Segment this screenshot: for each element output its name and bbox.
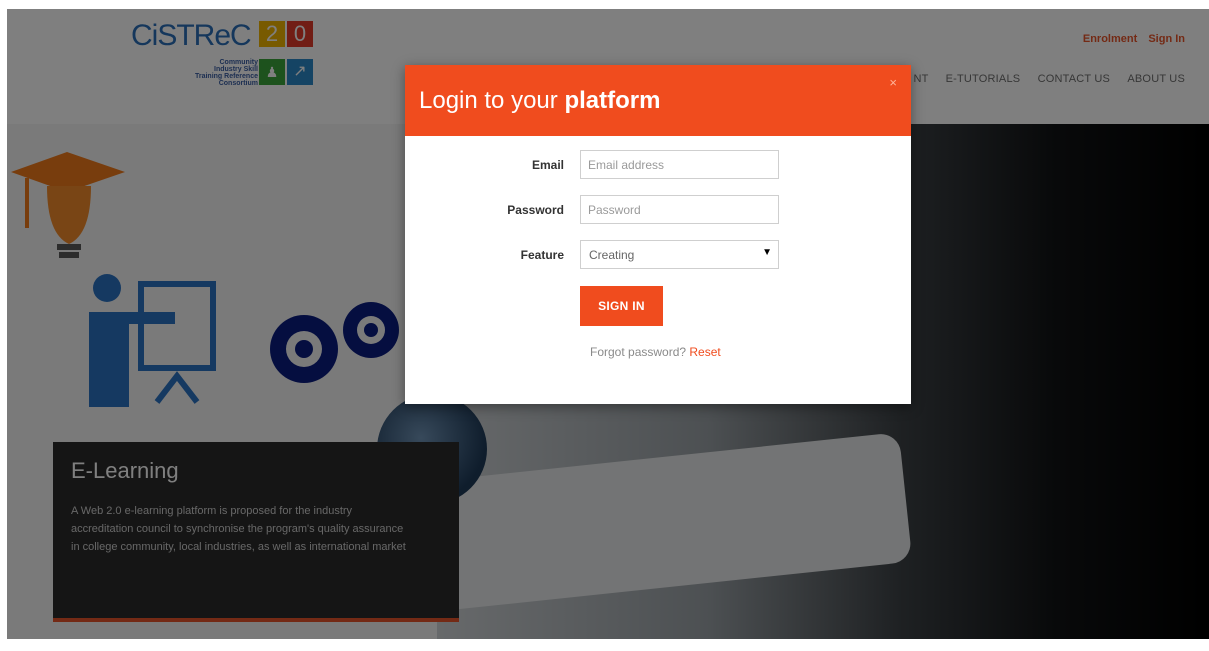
sign-in-button[interactable]: SIGN IN [580,286,663,326]
feature-label: Feature [520,248,564,262]
email-row: Email [405,150,911,180]
feature-row: Feature Creating ▼ [405,240,911,270]
feature-select-value: Creating [589,248,635,262]
forgot-password-text: Forgot password? [590,345,687,359]
password-row: Password [405,195,911,225]
email-field[interactable] [580,150,779,179]
dropdown-caret-icon: ▼ [762,247,772,258]
modal-header: Login to your platform × [405,65,911,136]
login-modal: Login to your platform × Email Password … [405,65,911,404]
email-label: Email [531,158,564,172]
feature-select[interactable]: Creating ▼ [580,240,779,269]
close-icon[interactable]: × [889,75,897,90]
forgot-password: Forgot password? Reset [590,345,721,359]
password-field[interactable] [580,195,779,224]
page-frame: CiSTReC 2 0 ♟ ↗ Community Industry Skill… [7,9,1209,639]
password-label: Password [507,203,564,217]
reset-link[interactable]: Reset [689,345,720,359]
modal-title: Login to your platform [419,87,661,114]
